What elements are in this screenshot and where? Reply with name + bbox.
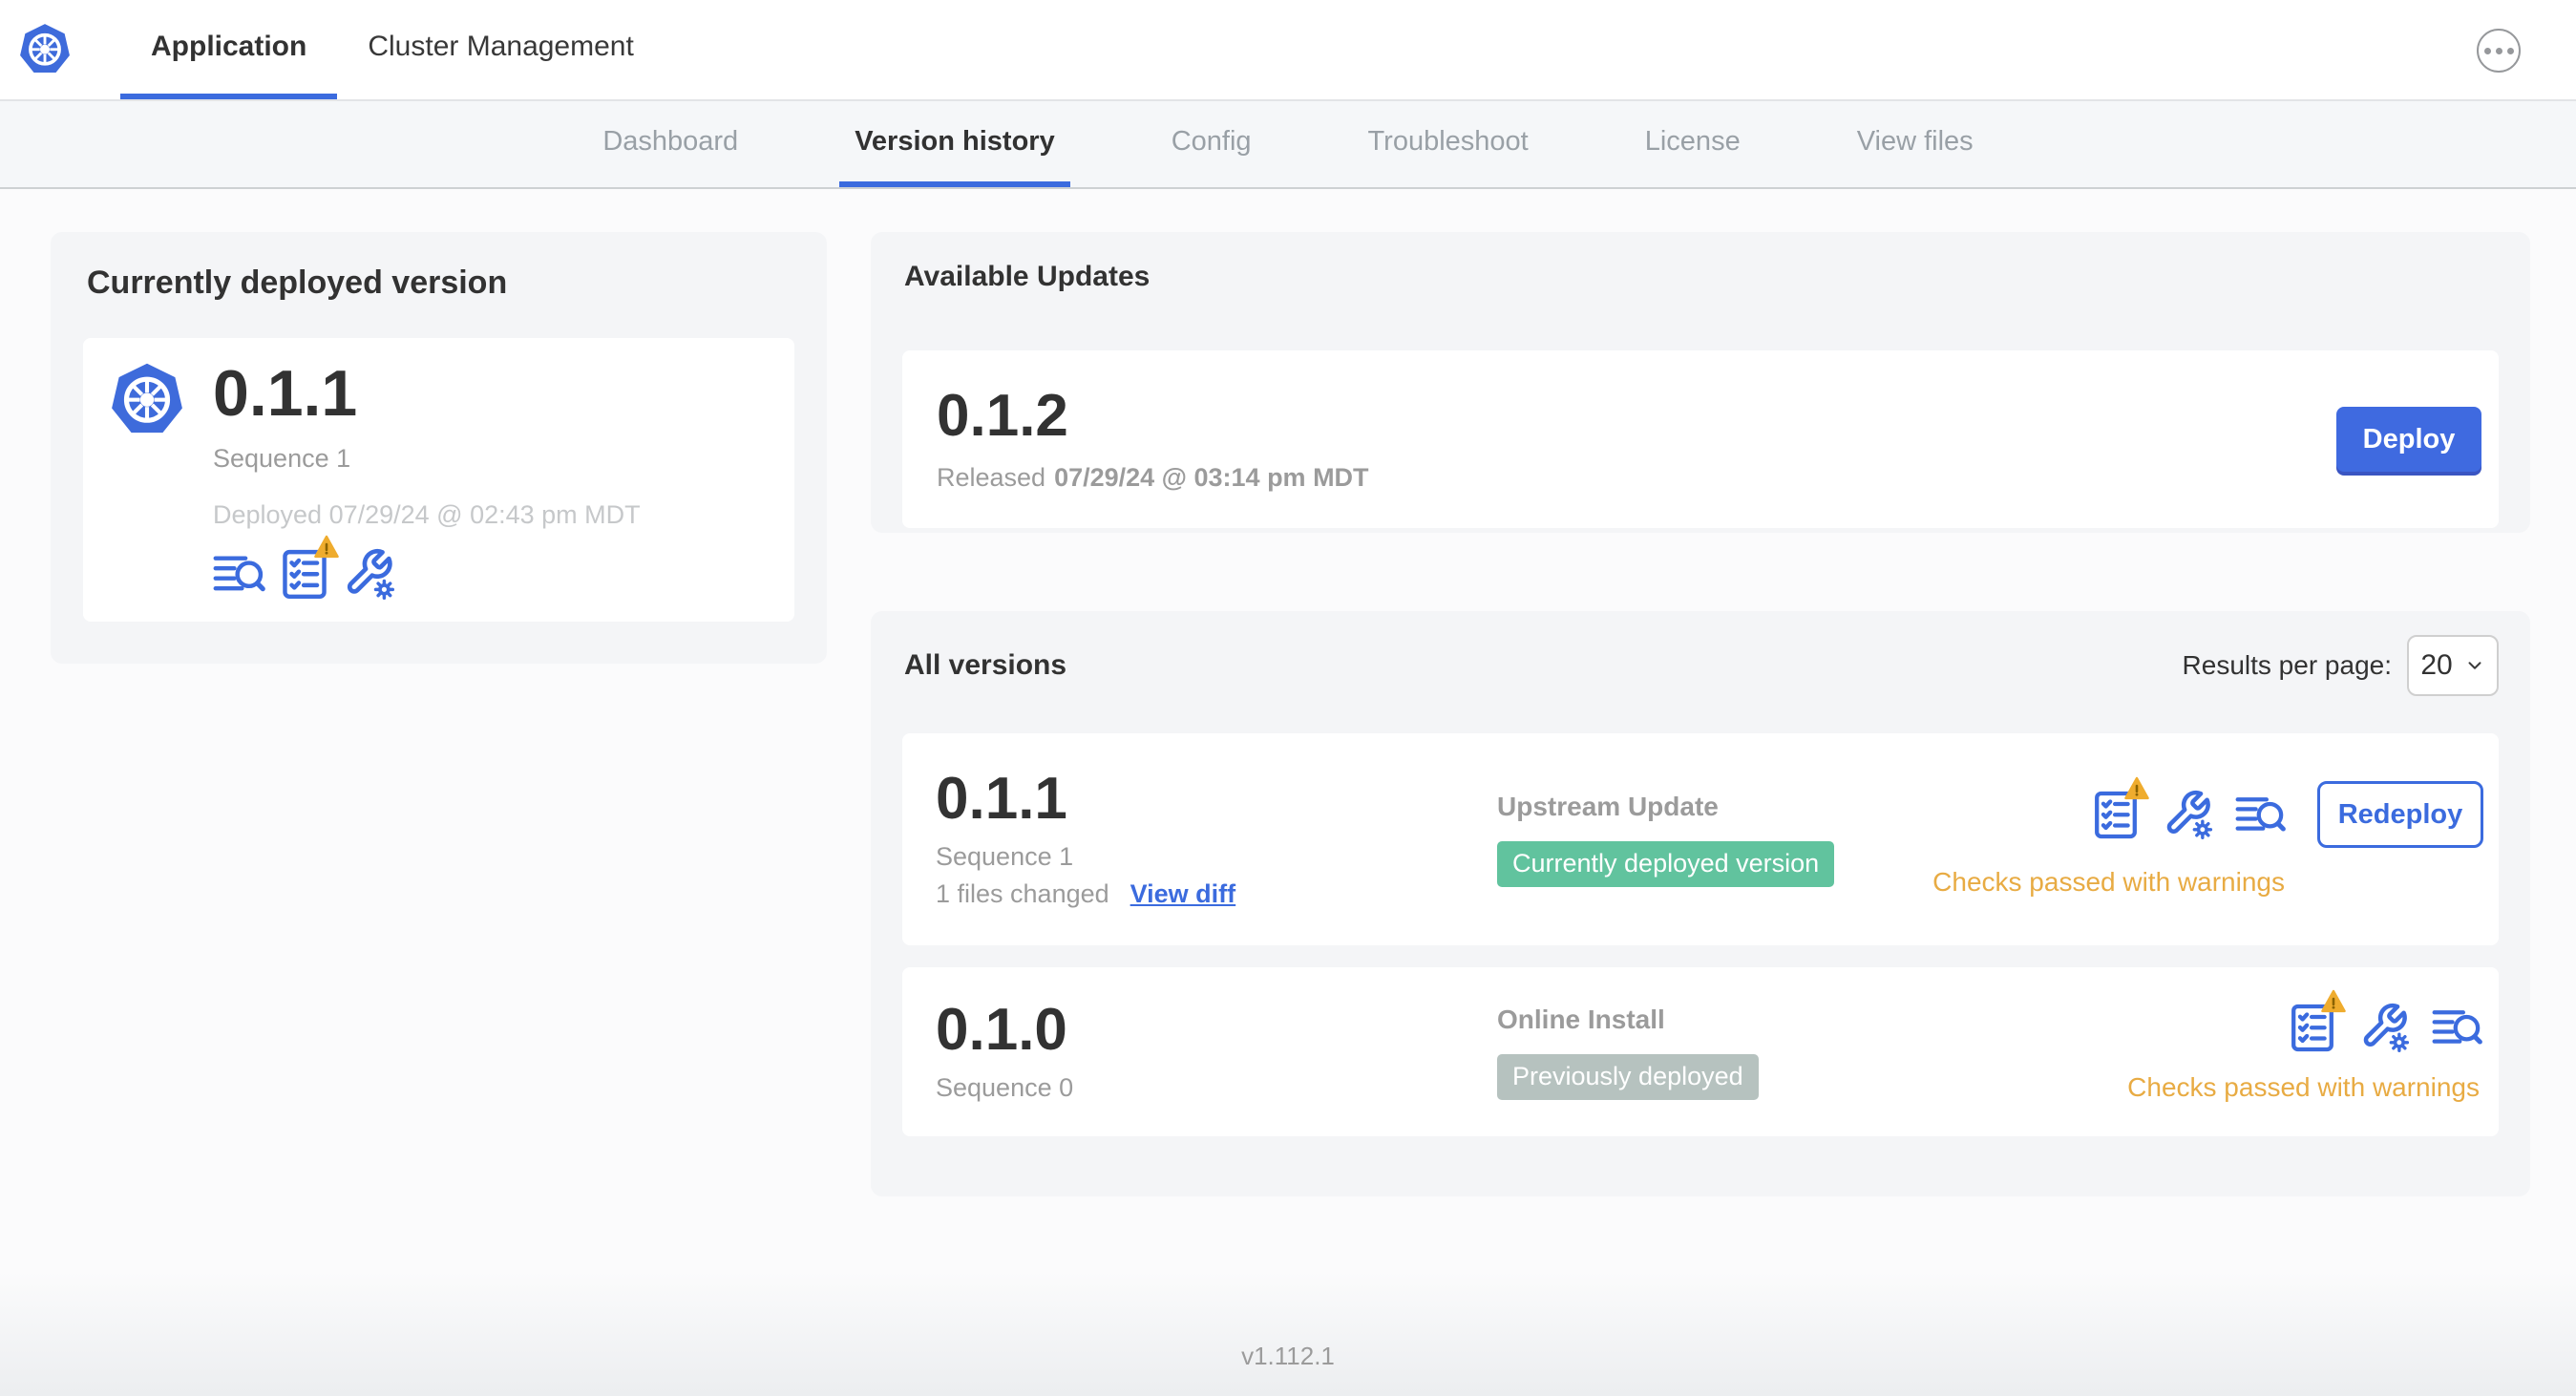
- results-per-page-select[interactable]: 20: [2407, 635, 2499, 696]
- preflight-checks-icon[interactable]: [278, 536, 339, 601]
- chevron-down-icon: [2468, 662, 2481, 669]
- view-diff-link[interactable]: View diff: [1130, 879, 1236, 909]
- config-icon[interactable]: [2359, 1002, 2411, 1053]
- app-section-nav: Dashboard Version history Config Trouble…: [0, 101, 2576, 189]
- all-versions-card: All versions Results per page: 20 0.1.1 …: [871, 611, 2530, 1196]
- released-label: Released: [937, 462, 1046, 492]
- page-footer: v1.112.1: [0, 1272, 2576, 1396]
- currently-deployed-title: Currently deployed version: [87, 264, 508, 301]
- tab-cluster-management-label: Cluster Management: [368, 31, 634, 62]
- warning-triangle-icon: [2321, 989, 2346, 1012]
- all-versions-title: All versions: [904, 649, 1067, 681]
- warning-triangle-icon: [2124, 776, 2149, 800]
- deployed-version-panel: 0.1.1 Sequence 1 Deployed 07/29/24 @ 02:…: [83, 338, 794, 623]
- subnav-view-files[interactable]: View files: [1842, 101, 1989, 187]
- tab-application[interactable]: Application: [120, 0, 338, 99]
- subnav-version-history[interactable]: Version history: [839, 101, 1070, 187]
- kubernetes-logo: [17, 0, 73, 99]
- checks-status-text: Checks passed with warnings: [1932, 867, 2285, 897]
- results-per-page-value: 20: [2420, 649, 2453, 681]
- subnav-version-history-label: Version history: [855, 125, 1055, 157]
- config-icon[interactable]: [343, 547, 396, 601]
- currently-deployed-card: Currently deployed version 0.1.1 Sequenc…: [51, 232, 827, 664]
- redeploy-button[interactable]: Redeploy: [2317, 781, 2483, 848]
- top-bar: Application Cluster Management: [0, 0, 2576, 101]
- previously-deployed-badge: Previously deployed: [1497, 1053, 1759, 1100]
- subnav-dashboard-label: Dashboard: [602, 125, 739, 157]
- deploy-button[interactable]: Deploy: [2336, 407, 2481, 472]
- config-icon[interactable]: [2163, 789, 2214, 840]
- subnav-config-label: Config: [1171, 125, 1252, 157]
- subnav-license[interactable]: License: [1630, 101, 1756, 187]
- row-version-number: 0.1.0: [936, 997, 1067, 1063]
- main-content: Currently deployed version 0.1.1 Sequenc…: [0, 189, 2576, 1196]
- row-source-label: Upstream Update: [1497, 792, 1719, 821]
- kubernetes-app-icon: [108, 359, 186, 601]
- checks-status-text: Checks passed with warnings: [2127, 1071, 2480, 1102]
- update-released-line: Released 07/29/24 @ 03:14 pm MDT: [937, 463, 1369, 493]
- files-changed-label: 1 files changed: [936, 879, 1109, 908]
- subnav-troubleshoot[interactable]: Troubleshoot: [1353, 101, 1544, 187]
- deployed-version-number: 0.1.1: [213, 357, 358, 430]
- warning-triangle-icon: [314, 536, 339, 559]
- release-notes-icon[interactable]: [2235, 789, 2287, 840]
- deployed-sequence: Sequence 1: [213, 444, 351, 474]
- version-row-0-1-1: 0.1.1 Sequence 1 1 files changed View di…: [902, 733, 2499, 945]
- release-notes-icon[interactable]: [2432, 1002, 2483, 1053]
- version-row-0-1-0: 0.1.0 Sequence 0 Online Install Previous…: [902, 967, 2499, 1136]
- row-sequence: Sequence 0: [936, 1073, 1074, 1102]
- released-timestamp: 07/29/24 @ 03:14 pm MDT: [1054, 462, 1369, 492]
- update-version-number: 0.1.2: [937, 382, 1068, 449]
- tab-application-label: Application: [151, 31, 307, 62]
- subnav-license-label: License: [1644, 125, 1741, 157]
- subnav-view-files-label: View files: [1856, 125, 1974, 157]
- available-updates-card: Available Updates 0.1.2 Released 07/29/24…: [871, 232, 2530, 533]
- subnav-dashboard[interactable]: Dashboard: [587, 101, 753, 187]
- tab-cluster-management[interactable]: Cluster Management: [337, 0, 664, 99]
- release-notes-icon[interactable]: [213, 547, 266, 601]
- row-source-label: Online Install: [1497, 1004, 1665, 1034]
- row-sequence: Sequence 1: [936, 842, 1074, 871]
- deployed-timestamp: Deployed 07/29/24 @ 02:43 pm MDT: [213, 500, 641, 530]
- subnav-troubleshoot-label: Troubleshoot: [1367, 125, 1529, 157]
- available-updates-title: Available Updates: [904, 261, 1151, 292]
- app-nav: Application Cluster Management: [120, 0, 665, 99]
- preflight-checks-icon[interactable]: [2090, 776, 2149, 840]
- row-version-number: 0.1.1: [936, 766, 1067, 832]
- subnav-config[interactable]: Config: [1156, 101, 1267, 187]
- results-per-page-label: Results per page:: [2182, 650, 2392, 680]
- currently-deployed-badge: Currently deployed version: [1497, 841, 1835, 887]
- preflight-checks-icon[interactable]: [2287, 989, 2346, 1053]
- more-options-button[interactable]: [2477, 29, 2521, 73]
- console-version: v1.112.1: [1241, 1342, 1335, 1370]
- update-row: 0.1.2 Released 07/29/24 @ 03:14 pm MDT De…: [902, 350, 2499, 528]
- ellipsis-icon: [2483, 47, 2491, 54]
